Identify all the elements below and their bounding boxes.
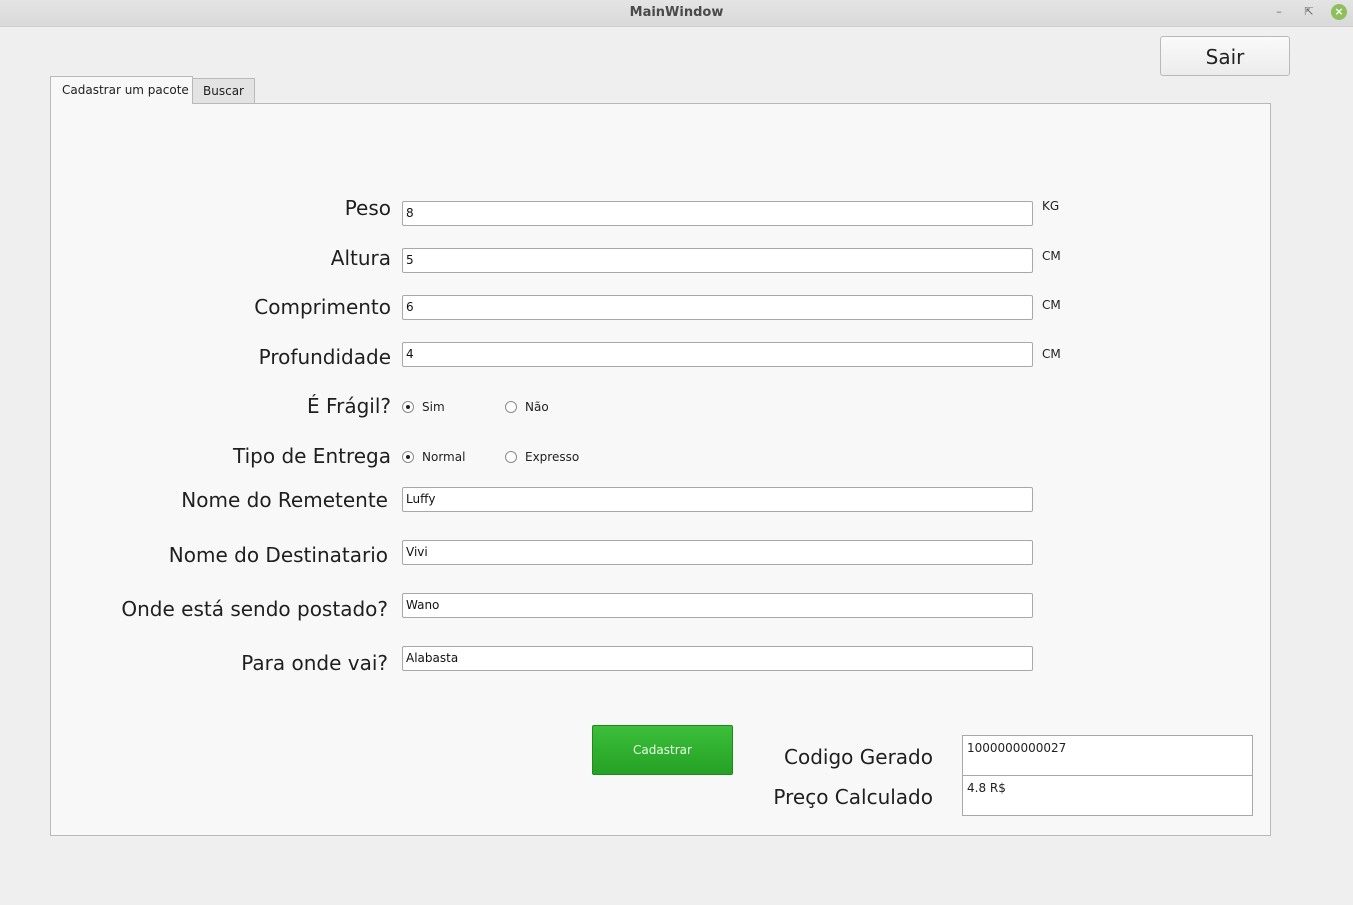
tab-buscar[interactable]: Buscar bbox=[192, 78, 255, 103]
entrega-normal-label: Normal bbox=[422, 450, 466, 464]
entrega-label: Tipo de Entrega bbox=[233, 444, 391, 468]
fragil-sim-label: Sim bbox=[422, 400, 445, 414]
minimize-icon[interactable]: – bbox=[1271, 4, 1287, 20]
codigo-output: 1000000000027 bbox=[962, 735, 1253, 776]
profundidade-field[interactable]: 4 bbox=[402, 342, 1033, 367]
preco-label: Preço Calculado bbox=[773, 785, 933, 809]
close-icon[interactable]: × bbox=[1331, 4, 1347, 20]
preco-output: 4.8 R$ bbox=[962, 775, 1253, 816]
exit-button[interactable]: Sair bbox=[1160, 36, 1290, 76]
comprimento-label: Comprimento bbox=[254, 295, 391, 319]
fragil-nao-label: Não bbox=[525, 400, 549, 414]
radio-checked-icon bbox=[402, 451, 414, 463]
codigo-label: Codigo Gerado bbox=[784, 745, 933, 769]
entrega-expresso-label: Expresso bbox=[525, 450, 580, 464]
destino-label: Para onde vai? bbox=[241, 651, 388, 675]
tab-cadastrar[interactable]: Cadastrar um pacote bbox=[50, 76, 193, 104]
remetente-field[interactable]: Luffy bbox=[402, 487, 1033, 512]
peso-label: Peso bbox=[344, 196, 391, 220]
comprimento-unit: CM bbox=[1042, 298, 1061, 312]
altura-label: Altura bbox=[330, 246, 391, 270]
title-bar: MainWindow – ⇱ × bbox=[0, 0, 1353, 27]
altura-unit: CM bbox=[1042, 249, 1061, 263]
destinatario-field[interactable]: Vivi bbox=[402, 540, 1033, 565]
radio-unchecked-icon bbox=[505, 401, 517, 413]
destinatario-label: Nome do Destinatario bbox=[168, 543, 388, 567]
fragil-label: É Frágil? bbox=[307, 394, 391, 418]
window-title: MainWindow bbox=[629, 5, 724, 20]
peso-unit: KG bbox=[1042, 199, 1060, 213]
peso-field[interactable]: 8 bbox=[402, 201, 1033, 226]
origem-label: Onde está sendo postado? bbox=[121, 597, 388, 621]
radio-unchecked-icon bbox=[505, 451, 517, 463]
cadastrar-button[interactable]: Cadastrar bbox=[592, 725, 733, 775]
profundidade-unit: CM bbox=[1042, 347, 1061, 361]
comprimento-field[interactable]: 6 bbox=[402, 295, 1033, 320]
destino-field[interactable]: Alabasta bbox=[402, 646, 1033, 671]
origem-field[interactable]: Wano bbox=[402, 593, 1033, 618]
radio-checked-icon bbox=[402, 401, 414, 413]
maximize-icon[interactable]: ⇱ bbox=[1301, 4, 1317, 20]
remetente-label: Nome do Remetente bbox=[181, 488, 388, 512]
profundidade-label: Profundidade bbox=[258, 345, 391, 369]
altura-field[interactable]: 5 bbox=[402, 248, 1033, 273]
